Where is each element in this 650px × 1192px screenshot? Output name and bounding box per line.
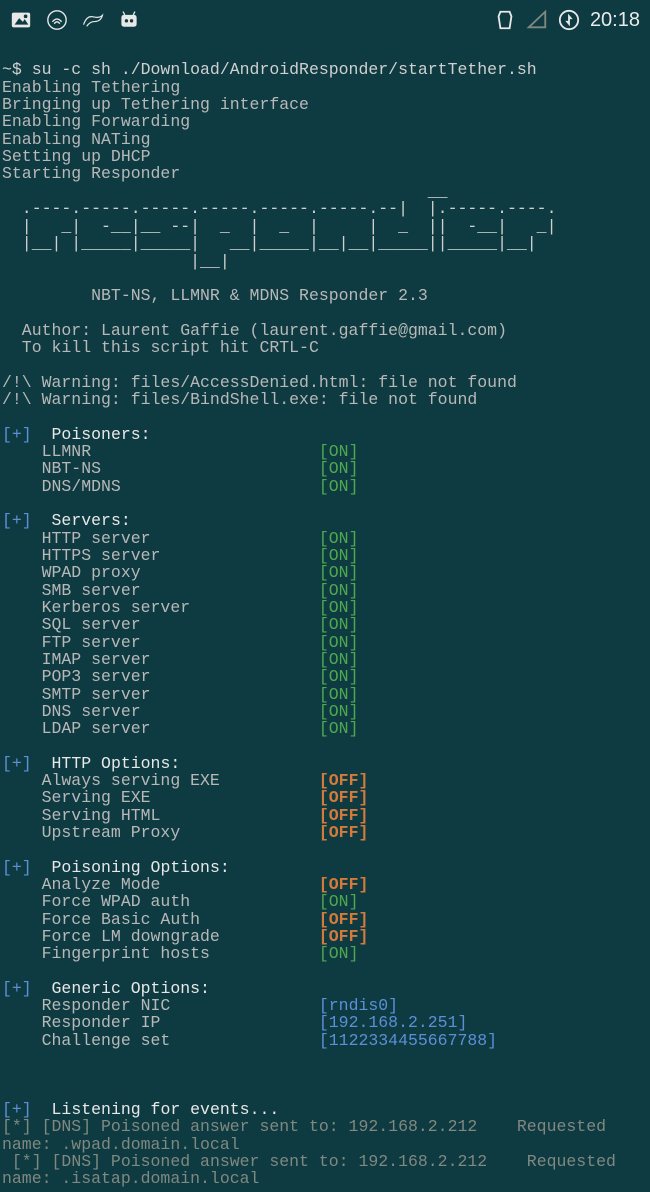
option-row: Force Basic Auth [OFF] bbox=[2, 910, 368, 929]
startup-line: Starting Responder bbox=[2, 164, 180, 183]
event-line: [*] [DNS] Poisoned answer sent to: 192.1… bbox=[2, 1152, 626, 1188]
warning-line: /!\ Warning: files/BindShell.exe: file n… bbox=[2, 390, 477, 409]
option-row: Responder IP [192.168.2.251] bbox=[2, 1013, 467, 1032]
option-row: SMB server [ON] bbox=[2, 581, 358, 600]
nethunter-icon[interactable] bbox=[46, 9, 68, 31]
option-row: Fingerprint hosts [ON] bbox=[2, 944, 358, 963]
status-clock: 20:18 bbox=[590, 9, 640, 32]
startup-line: Enabling Tethering bbox=[2, 78, 180, 97]
option-row: WPAD proxy [ON] bbox=[2, 563, 358, 582]
section-header: [+] Generic Options: bbox=[2, 979, 210, 998]
ascii-banner: |__| |_____|_____| __|_____|__|__|_____|… bbox=[2, 234, 537, 253]
signal-icon bbox=[526, 9, 548, 31]
ascii-banner: | _| -__|__ --| _ | _ | | _ || -__| _| bbox=[2, 217, 557, 236]
ascii-banner: __ bbox=[2, 182, 448, 201]
startup-line: Bringing up Tethering interface bbox=[2, 95, 309, 114]
option-row: DNS server [ON] bbox=[2, 702, 358, 721]
option-row: Serving EXE [OFF] bbox=[2, 788, 368, 807]
gallery-icon[interactable] bbox=[10, 9, 32, 31]
startup-line: Setting up DHCP bbox=[2, 147, 151, 166]
option-row: Force LM downgrade [OFF] bbox=[2, 927, 368, 946]
status-left bbox=[10, 9, 140, 31]
option-row: Always serving EXE [OFF] bbox=[2, 771, 368, 790]
terminal-output[interactable]: ~$ su -c sh ./Download/AndroidResponder/… bbox=[0, 40, 650, 1192]
warning-line: /!\ Warning: files/AccessDenied.html: fi… bbox=[2, 373, 517, 392]
option-row: SMTP server [ON] bbox=[2, 685, 358, 704]
option-row: Upstream Proxy [OFF] bbox=[2, 823, 368, 842]
option-row: LDAP server [ON] bbox=[2, 719, 358, 738]
option-row: Serving HTML [OFF] bbox=[2, 806, 368, 825]
event-line: [*] [DNS] Poisoned answer sent to: 192.1… bbox=[2, 1117, 616, 1153]
author-line: Author: Laurent Gaffie (laurent.gaffie@g… bbox=[2, 321, 507, 340]
startup-line: Enabling NATing bbox=[2, 130, 151, 149]
option-row: Force WPAD auth [ON] bbox=[2, 892, 358, 911]
cyanogen-icon[interactable] bbox=[118, 9, 140, 31]
startup-line: Enabling Forwarding bbox=[2, 112, 190, 131]
command-line: ~$ su -c sh ./Download/AndroidResponder/… bbox=[2, 60, 537, 79]
option-row: Responder NIC [rndis0] bbox=[2, 996, 398, 1015]
option-row: IMAP server [ON] bbox=[2, 650, 358, 669]
section-header: [+] HTTP Options: bbox=[2, 754, 180, 773]
option-row: SQL server [ON] bbox=[2, 615, 358, 634]
kill-hint: To kill this script hit CRTL-C bbox=[2, 338, 319, 357]
option-row: Challenge set [1122334455667788] bbox=[2, 1031, 497, 1050]
kali-icon[interactable] bbox=[82, 9, 104, 31]
ascii-banner: |__| bbox=[2, 252, 230, 271]
option-row: LLMNR [ON] bbox=[2, 442, 358, 461]
option-row: DNS/MDNS [ON] bbox=[2, 477, 358, 496]
option-row: FTP server [ON] bbox=[2, 633, 358, 652]
power-icon bbox=[558, 9, 580, 31]
status-right: 20:18 bbox=[494, 9, 640, 32]
status-bar: 20:18 bbox=[0, 0, 650, 40]
section-header: [+] Poisoning Options: bbox=[2, 858, 230, 877]
option-row: HTTPS server [ON] bbox=[2, 546, 358, 565]
option-row: NBT-NS [ON] bbox=[2, 459, 358, 478]
nfc-icon bbox=[494, 9, 516, 31]
option-row: POP3 server [ON] bbox=[2, 667, 358, 686]
listening-line: [+] Listening for events... bbox=[2, 1100, 279, 1119]
section-header: [+] Servers: bbox=[2, 511, 131, 530]
ascii-banner: .----.-----.-----.-----.-----.-----.--| … bbox=[2, 199, 557, 218]
option-row: HTTP server [ON] bbox=[2, 529, 358, 548]
option-row: Kerberos server [ON] bbox=[2, 598, 358, 617]
subtitle: NBT-NS, LLMNR & MDNS Responder 2.3 bbox=[2, 286, 428, 305]
section-header: [+] Poisoners: bbox=[2, 425, 151, 444]
option-row: Analyze Mode [OFF] bbox=[2, 875, 368, 894]
